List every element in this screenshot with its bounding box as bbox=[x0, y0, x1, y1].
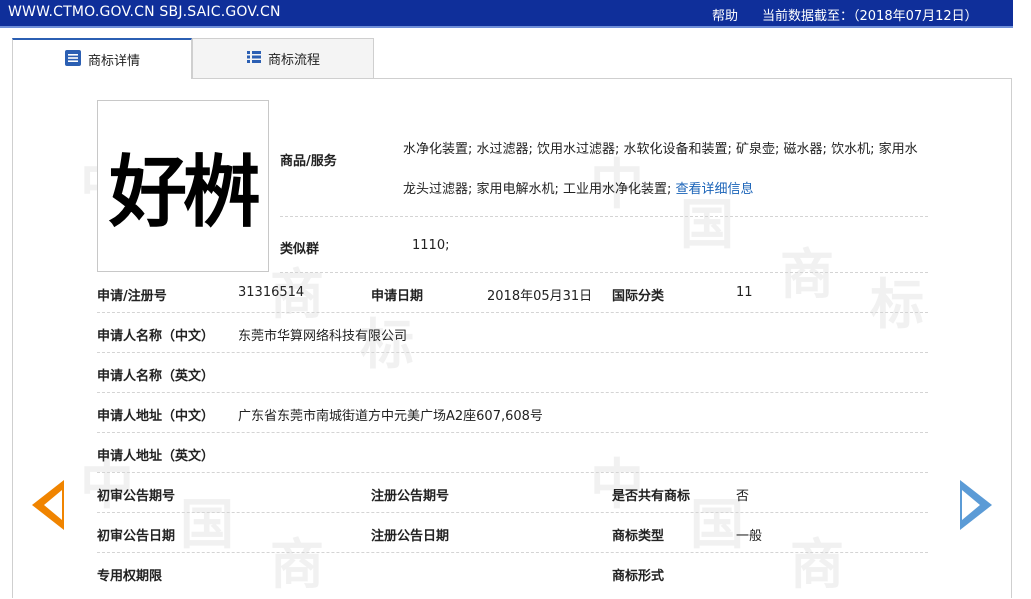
tab-label: 商标流程 bbox=[267, 53, 320, 68]
watermark-char: 商 bbox=[270, 533, 324, 596]
divider bbox=[97, 312, 928, 313]
tab-trademark-details[interactable]: 商标详情 bbox=[12, 38, 192, 79]
shared-mark-value: 否 bbox=[736, 489, 750, 504]
application-date-label: 申请日期 bbox=[371, 289, 424, 304]
tab-trademark-process[interactable]: 商标流程 bbox=[192, 38, 374, 78]
intl-class-value: 11 bbox=[736, 285, 753, 300]
divider bbox=[280, 272, 928, 273]
list-doc-icon bbox=[64, 49, 82, 71]
divider bbox=[97, 552, 928, 553]
intl-class-label: 国际分类 bbox=[612, 289, 665, 304]
top-bar: WWW.CTMO.GOV.CN SBJ.SAIC.GOV.CN 帮助 当前数据截… bbox=[0, 0, 1013, 28]
list-bullets-icon bbox=[246, 49, 262, 69]
view-details-link[interactable]: 查看详细信息 bbox=[676, 182, 754, 197]
help-link[interactable]: 帮助 bbox=[712, 5, 738, 24]
prelim-date-label: 初审公告日期 bbox=[97, 529, 176, 544]
site-url: WWW.CTMO.GOV.CN SBJ.SAIC.GOV.CN bbox=[8, 4, 281, 20]
divider bbox=[97, 432, 928, 433]
divider bbox=[97, 352, 928, 353]
trademark-image: 好桝 bbox=[97, 100, 269, 272]
watermark-char: 商 bbox=[780, 243, 834, 306]
goods-services-text: 水净化装置; 水过滤器; 饮用水过滤器; 水软化设备和装置; 矿泉壶; 磁水器;… bbox=[403, 142, 918, 197]
shared-mark-label: 是否共有商标 bbox=[612, 489, 691, 504]
reg-issue-label: 注册公告期号 bbox=[371, 489, 450, 504]
applicant-name-cn-value: 东莞市华算网络科技有限公司 bbox=[238, 329, 408, 344]
prev-arrow-icon[interactable] bbox=[32, 480, 64, 530]
next-arrow-icon[interactable] bbox=[960, 480, 992, 530]
reg-number-label: 申请/注册号 bbox=[97, 289, 167, 304]
tab-bar: 商标详情 商标流程 bbox=[12, 38, 374, 79]
goods-services-label: 商品/服务 bbox=[280, 154, 337, 169]
reg-number-value: 31316514 bbox=[238, 285, 305, 300]
data-as-of: 当前数据截至：（2018年07月12日） bbox=[762, 9, 978, 24]
applicant-address-en-label: 申请人地址（英文） bbox=[97, 449, 215, 464]
divider bbox=[97, 392, 928, 393]
applicant-address-cn-value: 广东省东莞市南城街道方中元美广场A2座607,608号 bbox=[238, 409, 543, 424]
exclusive-period-label: 专用权期限 bbox=[97, 569, 163, 584]
mark-type-value: 一般 bbox=[736, 529, 763, 544]
applicant-address-cn-label: 申请人地址（中文） bbox=[97, 409, 215, 424]
applicant-name-en-label: 申请人名称（英文） bbox=[97, 369, 215, 384]
mark-type-label: 商标类型 bbox=[612, 529, 665, 544]
divider bbox=[280, 216, 928, 217]
trademark-image-text: 好桝 bbox=[108, 148, 261, 238]
applicant-name-cn-label: 申请人名称（中文） bbox=[97, 329, 215, 344]
goods-services-value: 水净化装置; 水过滤器; 饮用水过滤器; 水软化设备和装置; 矿泉壶; 磁水器;… bbox=[403, 130, 928, 210]
prelim-issue-label: 初审公告期号 bbox=[97, 489, 176, 504]
watermark-char: 商 bbox=[790, 533, 844, 596]
divider bbox=[97, 512, 928, 513]
divider bbox=[97, 472, 928, 473]
similar-group-label: 类似群 bbox=[280, 242, 320, 257]
tab-label: 商标详情 bbox=[87, 54, 140, 69]
mark-form-label: 商标形式 bbox=[612, 569, 665, 584]
application-date-value: 2018年05月31日 bbox=[487, 289, 593, 304]
watermark-char: 国 bbox=[180, 493, 234, 556]
watermark-char: 中 bbox=[590, 453, 644, 516]
similar-group-value: 1110; bbox=[412, 238, 450, 253]
reg-date-label: 注册公告日期 bbox=[371, 529, 450, 544]
